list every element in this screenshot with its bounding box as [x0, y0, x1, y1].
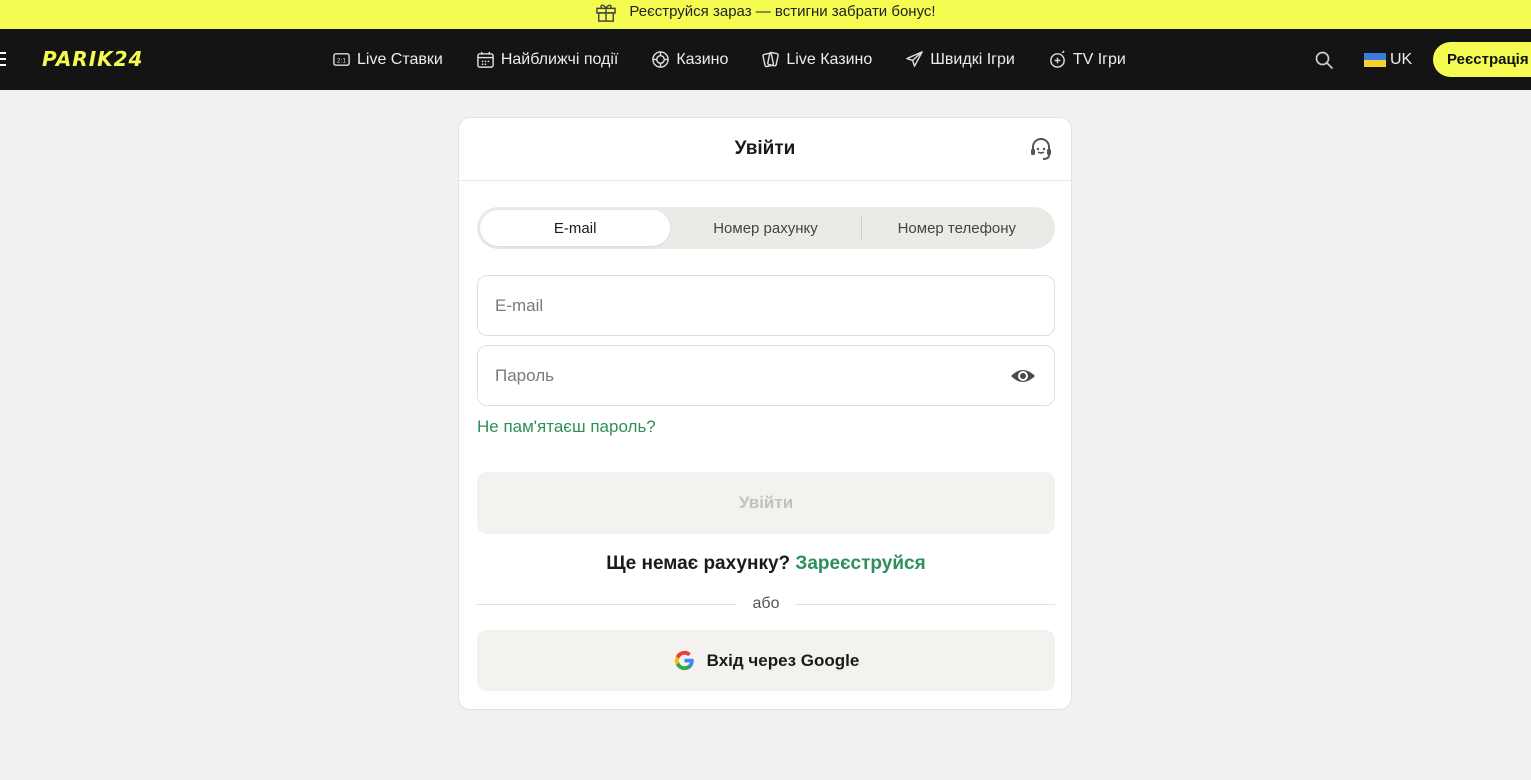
- or-divider: або: [477, 592, 1055, 616]
- google-login-label: Вхід через Google: [706, 650, 860, 670]
- register-button[interactable]: Реєстрація: [1433, 42, 1531, 77]
- card-header: Увійти: [459, 118, 1071, 181]
- register-link[interactable]: Зареєструйся: [795, 553, 925, 574]
- promo-banner[interactable]: Реєструйся зараз — встигни забрати бонус…: [0, 0, 1531, 29]
- nav-label: Казино: [676, 50, 729, 68]
- casino-chip-icon: [652, 51, 670, 68]
- forgot-password-link[interactable]: Не пам'ятаєш пароль?: [477, 417, 656, 437]
- nav-item-upcoming[interactable]: Найближчі події: [476, 50, 619, 69]
- login-method-tabs: E-mail Номер рахунку Номер телефону: [477, 207, 1055, 249]
- tv-games-icon: [1049, 50, 1065, 68]
- login-card: Увійти E-mail Номер рахунку Номер телефо…: [458, 117, 1072, 710]
- support-headset-icon[interactable]: [1028, 136, 1054, 162]
- ukraine-flag-icon: [1364, 52, 1386, 67]
- login-title: Увійти: [734, 138, 796, 159]
- nav-item-fast-games[interactable]: Швидкі Ігри: [905, 50, 1015, 69]
- tab-phone-number[interactable]: Номер телефону: [862, 210, 1052, 246]
- nav-label: Live Ставки: [357, 50, 443, 68]
- tab-account-number[interactable]: Номер рахунку: [670, 210, 860, 246]
- site-logo[interactable]: PARIK24: [42, 47, 143, 71]
- rocket-icon: [906, 51, 924, 67]
- live-bets-icon: 2:1: [333, 53, 350, 66]
- top-header: PARIK24 2:1 Live Ставки Найближчі події: [0, 29, 1531, 90]
- password-input[interactable]: [478, 346, 1054, 405]
- google-logo-icon: [674, 650, 694, 671]
- nav-item-casino[interactable]: Казино: [651, 50, 728, 69]
- search-icon[interactable]: [1314, 50, 1334, 70]
- tab-email[interactable]: E-mail: [480, 210, 671, 246]
- svg-text:2:1: 2:1: [337, 58, 347, 64]
- divider-line: [477, 603, 737, 605]
- or-text: або: [752, 595, 780, 612]
- nav-label: Швидкі Ігри: [930, 50, 1015, 68]
- email-input[interactable]: [478, 276, 1054, 335]
- calendar-icon: [477, 51, 494, 68]
- email-field-wrapper: [477, 275, 1055, 336]
- nav-label: Найближчі події: [500, 50, 619, 68]
- cards-icon: [762, 51, 780, 68]
- no-account-text: Ще немає рахунку?: [606, 553, 791, 574]
- no-account-row: Ще немає рахунку? Зареєструйся: [459, 553, 1073, 575]
- promo-text: Реєструйся зараз — встигни забрати бонус…: [629, 3, 936, 20]
- password-field-wrapper: [477, 345, 1055, 406]
- language-selector[interactable]: UK: [1364, 29, 1412, 90]
- google-login-button[interactable]: Вхід через Google: [477, 630, 1055, 691]
- nav-item-live-casino[interactable]: Live Казино: [761, 50, 872, 69]
- nav-item-live-bets[interactable]: 2:1 Live Ставки: [332, 50, 443, 69]
- nav-label: TV Ігри: [1072, 50, 1126, 68]
- divider-line: [795, 603, 1055, 605]
- gift-icon: [596, 4, 617, 22]
- login-submit-button[interactable]: Увійти: [477, 472, 1055, 534]
- nav-label: Live Казино: [786, 50, 873, 68]
- language-code: UK: [1390, 50, 1413, 68]
- hamburger-menu-icon[interactable]: [0, 52, 6, 66]
- main-nav: 2:1 Live Ставки Найближчі події Казино L…: [332, 29, 1159, 90]
- nav-item-tv-games[interactable]: TV Ігри: [1048, 50, 1126, 69]
- show-password-eye-icon[interactable]: [1010, 365, 1036, 387]
